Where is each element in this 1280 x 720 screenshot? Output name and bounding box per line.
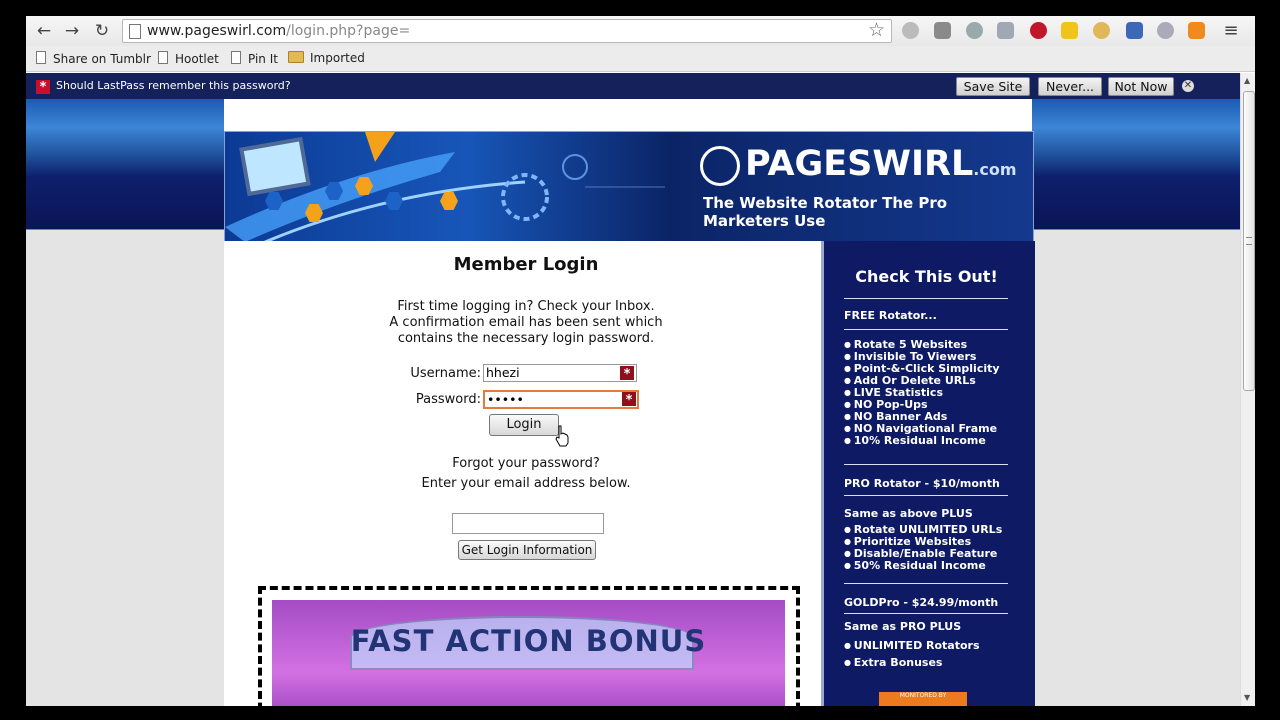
lastpass-notification-bar: * Should LastPass remember this password… bbox=[26, 73, 1240, 99]
url-text: www.pageswirl.com/login.php?page= bbox=[147, 23, 411, 39]
save-site-button[interactable]: Save Site bbox=[956, 77, 1030, 96]
browser-toolbar: ← → ↻ www.pageswirl.com/login.php?page= … bbox=[26, 16, 1255, 46]
page-icon bbox=[231, 51, 241, 64]
forward-icon[interactable]: → bbox=[62, 21, 82, 41]
address-bar[interactable]: www.pageswirl.com/login.php?page= ☆ bbox=[122, 19, 892, 43]
gold-intro: Same as PRO PLUS bbox=[844, 620, 962, 633]
bonus-box: FAST ACTION BONUS bbox=[258, 586, 800, 706]
gear-extension-icon[interactable] bbox=[902, 22, 919, 39]
site-container: PAGESWIRL.com The Website Rotator The Pr… bbox=[224, 99, 1035, 706]
brand-logo: PAGESWIRL.com bbox=[745, 144, 1017, 184]
divider bbox=[844, 613, 1008, 614]
goldpro-heading: GOLDPro - $24.99/month bbox=[844, 596, 999, 609]
grip-icon bbox=[1246, 237, 1252, 245]
list-item: 50% Residual Income bbox=[844, 560, 1002, 572]
intro-line-2: A confirmation email has been sent which bbox=[389, 315, 663, 330]
lastpass-icon: * bbox=[36, 80, 50, 95]
divider bbox=[844, 495, 1008, 496]
never-button[interactable]: Never... bbox=[1038, 77, 1102, 96]
bookmark-pin-it[interactable]: Pin It bbox=[231, 51, 278, 66]
page-icon bbox=[36, 51, 46, 64]
enter-email-text: Enter your email address below. bbox=[421, 476, 631, 491]
email-input[interactable] bbox=[452, 513, 604, 534]
window-extension-icon[interactable] bbox=[1126, 22, 1143, 39]
sidebar-title: Check This Out! bbox=[855, 267, 998, 286]
lastpass-field-icon[interactable]: * bbox=[622, 392, 636, 408]
pro-features-list: Rotate UNLIMITED URLs Prioritize Website… bbox=[844, 524, 1002, 572]
list-item: 10% Residual Income bbox=[844, 435, 1000, 447]
get-login-information-button[interactable]: Get Login Information bbox=[458, 540, 596, 560]
divider bbox=[844, 464, 1008, 465]
bookmark-star-icon[interactable]: ☆ bbox=[868, 19, 885, 41]
bookmarks-bar: Share on Tumblr Hootlet Pin It Imported bbox=[26, 46, 1255, 72]
free-rotator-heading: FREE Rotator... bbox=[844, 309, 937, 322]
browser-window: ← → ↻ www.pageswirl.com/login.php?page= … bbox=[26, 16, 1255, 706]
globe-extension-icon[interactable] bbox=[966, 22, 983, 39]
page-scrollbar[interactable]: ▲ ▼ bbox=[1240, 73, 1255, 706]
bookmark-hootlet[interactable]: Hootlet bbox=[158, 51, 219, 66]
stop-extension-icon[interactable] bbox=[1030, 22, 1047, 39]
page-icon bbox=[158, 51, 168, 64]
reload-icon[interactable]: ↻ bbox=[92, 21, 112, 41]
eye-extension-icon[interactable] bbox=[1157, 22, 1174, 39]
close-icon[interactable]: ✕ bbox=[1182, 80, 1194, 92]
not-now-button[interactable]: Not Now bbox=[1108, 77, 1174, 96]
page-icon bbox=[129, 24, 141, 39]
tagline: The Website Rotator The Pro Marketers Us… bbox=[703, 194, 948, 230]
divider bbox=[844, 583, 1008, 584]
sidebar-pricing: Check This Out! FREE Rotator... Rotate 5… bbox=[821, 241, 1035, 706]
bookmark-share-on-tumblr[interactable]: Share on Tumblr bbox=[36, 51, 151, 66]
password-label: Password: bbox=[415, 392, 481, 407]
lastpass-field-icon[interactable]: * bbox=[620, 366, 634, 382]
divider bbox=[844, 298, 1008, 299]
intro-line-1: First time logging in? Check your Inbox. bbox=[397, 299, 655, 314]
site-header-banner: PAGESWIRL.com The Website Rotator The Pr… bbox=[224, 131, 1034, 243]
login-panel: Member Login First time logging in? Chec… bbox=[224, 241, 821, 706]
divider bbox=[844, 329, 1008, 330]
monitored-badge[interactable]: MONITORED BY bbox=[879, 692, 967, 706]
username-field[interactable]: hhezi bbox=[483, 364, 637, 382]
scroll-down-icon[interactable]: ▼ bbox=[1244, 693, 1250, 702]
list-item: UNLIMITED Rotators bbox=[844, 637, 980, 654]
list-item: Extra Bonuses bbox=[844, 654, 980, 671]
free-features-list: Rotate 5 Websites Invisible To Viewers P… bbox=[844, 339, 1000, 447]
login-button[interactable]: Login bbox=[489, 414, 559, 436]
rss-icon[interactable] bbox=[1188, 22, 1205, 39]
lastpass-prompt: Should LastPass remember this password? bbox=[56, 79, 291, 92]
intro-line-3: contains the necessary login password. bbox=[397, 331, 655, 346]
forgot-password-text: Forgot your password? bbox=[452, 456, 600, 471]
bookmark-folder-imported[interactable]: Imported bbox=[288, 51, 365, 65]
scroll-up-icon[interactable]: ▲ bbox=[1244, 76, 1250, 85]
bonus-image: FAST ACTION BONUS bbox=[272, 600, 785, 706]
gold-features-list: UNLIMITED Rotators Extra Bonuses bbox=[844, 637, 980, 671]
scroll-thumb[interactable] bbox=[1243, 91, 1255, 391]
password-field[interactable]: ••••• bbox=[483, 390, 639, 409]
folder-icon bbox=[288, 51, 304, 63]
username-label: Username: bbox=[410, 366, 481, 381]
document-extension-icon[interactable] bbox=[997, 22, 1014, 39]
menu-icon[interactable]: ≡ bbox=[1221, 21, 1241, 41]
bonus-heading: FAST ACTION BONUS bbox=[350, 624, 707, 658]
web-page: PAGESWIRL.com The Website Rotator The Pr… bbox=[26, 99, 1240, 706]
hand-cursor-icon bbox=[555, 425, 569, 447]
pageswirl-logo-icon bbox=[700, 146, 740, 186]
note-extension-icon[interactable] bbox=[1061, 22, 1078, 39]
cookie-extension-icon[interactable] bbox=[1093, 22, 1110, 39]
puzzle-extension-icon[interactable] bbox=[934, 22, 951, 39]
pro-intro: Same as above PLUS bbox=[844, 507, 973, 520]
page-title: Member Login bbox=[453, 254, 599, 275]
pro-rotator-heading: PRO Rotator - $10/month bbox=[844, 477, 1000, 490]
back-icon[interactable]: ← bbox=[34, 21, 54, 41]
